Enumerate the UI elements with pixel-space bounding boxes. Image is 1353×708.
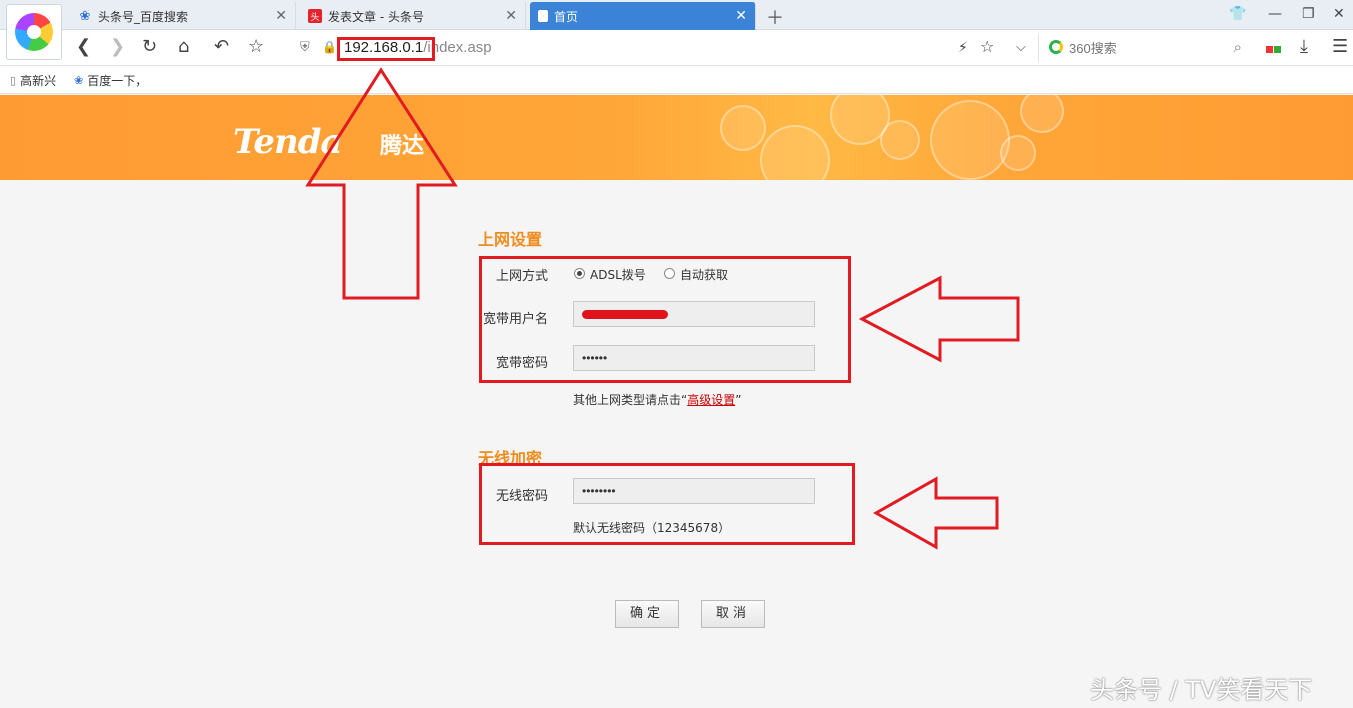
search-icon[interactable]: ⌕ [1234,38,1242,56]
tab-title: 发表文章 - 头条号 [328,9,424,24]
tab-home[interactable]: 首页 ✕ [530,2,756,30]
confirm-button[interactable]: 确定 [615,600,679,628]
close-tab-icon[interactable]: ✕ [735,8,747,24]
bookmark-item[interactable]: ❀ 百度一下， [74,72,147,89]
browser-logo[interactable] [6,4,62,60]
favorite-star-icon[interactable]: ☆ [248,36,264,58]
menu-icon[interactable]: ☰ [1332,36,1348,58]
tab-bar: ❀ 头条号_百度搜索 ✕ 头 发表文章 - 头条号 ✕ 首页 ✕ ＋ 👕 — ❐… [0,0,1353,30]
bookmark-item[interactable]: ▯ 高新兴 [10,72,56,89]
decorative-bubble [720,105,766,151]
tenda-banner [0,95,1353,180]
lock-icon: 🔒 [322,40,337,54]
wireless-settings-highlight-box [479,463,855,545]
bookmark-star-icon[interactable]: ☆ [980,36,994,58]
navigation-bar: ❮ ❯ ↻ ⌂ ↶ ☆ ⛨ 🔒 192.168.0.1/index.asp ⚡ … [0,30,1353,75]
back-icon[interactable]: ❮ [76,36,91,58]
internet-settings-title: 上网设置 [478,230,543,249]
left-arrow-annotation [858,275,1020,363]
decorative-bubble [760,125,830,180]
bookmark-label: 高新兴 [20,74,57,88]
decorative-bubble [880,120,920,160]
advanced-settings-link[interactable]: 高级设置 [687,393,735,407]
lightning-icon[interactable]: ⚡ [958,37,968,59]
tab-baidu-search[interactable]: ❀ 头条号_百度搜索 ✕ [70,2,296,30]
forward-icon[interactable]: ❯ [110,36,125,58]
hint-prefix: 其他上网类型请点击“ [573,393,688,407]
maximize-button[interactable]: ❐ [1302,6,1315,22]
left-arrow-annotation [872,476,999,550]
advanced-settings-hint: 其他上网类型请点击“高级设置” [573,391,741,408]
new-tab-button[interactable]: ＋ [766,4,784,30]
tenda-logo: Tenda [233,122,343,162]
decorative-bubble [1000,135,1036,171]
tab-toutiao-publish[interactable]: 头 发表文章 - 头条号 ✕ [300,2,526,30]
reload-icon[interactable]: ↻ [142,36,157,58]
skin-icon[interactable]: 👕 [1229,6,1246,22]
browser-logo-icon [15,13,53,51]
internet-settings-highlight-box [479,256,851,383]
page-icon: ▯ [10,74,17,87]
hint-suffix: ” [735,393,742,407]
decorative-bubble [1020,95,1064,133]
tab-title: 首页 [554,9,579,24]
cancel-button[interactable]: 取消 [701,600,765,628]
close-tab-icon[interactable]: ✕ [275,8,287,24]
toutiao-icon: 头 [308,9,322,23]
bookmarks-bar: ▯ 高新兴 ❀ 百度一下， [0,66,1353,94]
home-icon[interactable]: ⌂ [178,36,189,58]
download-icon[interactable]: ⤓ [1300,36,1308,58]
undo-close-icon[interactable]: ↶ [214,36,229,58]
baidu-paw-icon: ❀ [74,74,84,87]
close-tab-icon[interactable]: ✕ [505,8,517,24]
shield-icon[interactable]: ⛨ [300,40,310,55]
tenda-logo-cn: 腾达 [380,134,425,159]
page-icon [538,10,548,22]
baidu-paw-icon: ❀ [79,8,91,24]
url-highlight-box [337,37,435,61]
chevron-down-icon[interactable]: ⌵ [1016,37,1026,59]
360-search-icon [1049,40,1063,54]
search-input[interactable] [1069,37,1219,59]
tab-title: 头条号_百度搜索 [98,9,189,24]
close-window-button[interactable]: ✕ [1333,6,1345,22]
bookmark-label: 百度一下， [87,74,148,88]
search-box: ⌕ [1038,34,1250,62]
watermark-text: 头条号 / TV笑看天下 [1090,676,1313,704]
minimize-button[interactable]: — [1268,6,1282,22]
decorative-bubble [930,100,1010,180]
